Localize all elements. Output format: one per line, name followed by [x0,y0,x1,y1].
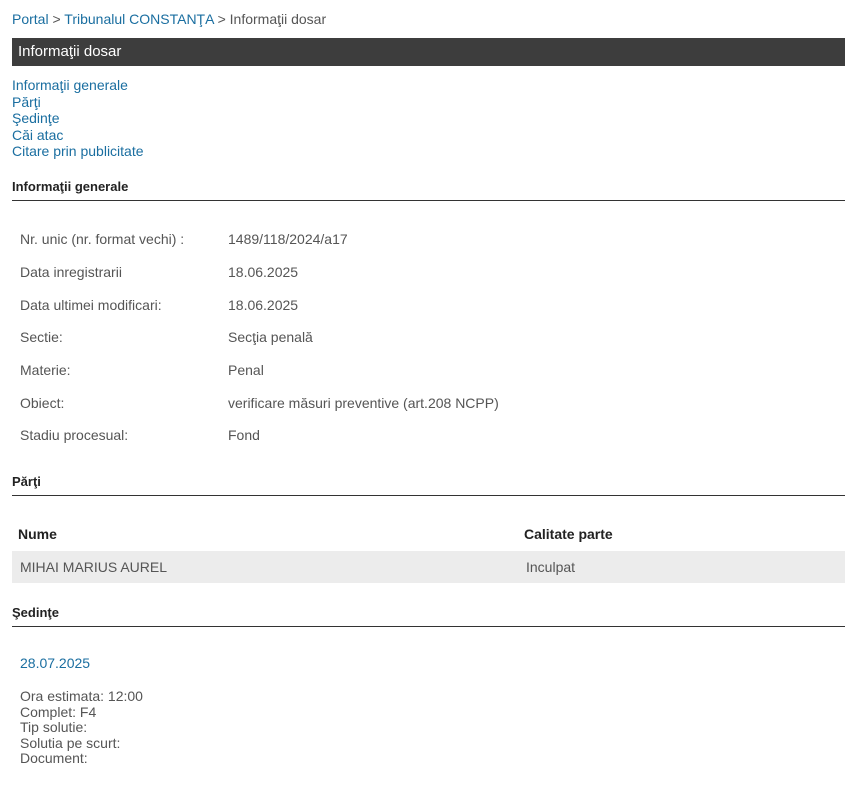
anchor-citare-publicitate[interactable]: Citare prin publicitate [12,143,144,160]
info-row-stadiu-procesual: Stadiu procesual: Fond [20,419,499,452]
info-row-materie: Materie: Penal [20,354,499,387]
info-value: Secţia penală [228,329,313,346]
info-row-sectie: Sectie: Secţia penală [20,321,499,354]
info-label: Sectie: [20,329,63,346]
info-value: Fond [228,427,260,444]
breadcrumb-separator: > [217,11,226,27]
section-heading-parti: Părţi [12,474,845,496]
table-row: MIHAI MARIUS AUREL Inculpat [12,551,845,583]
info-label: Materie: [20,362,71,379]
info-value: 18.06.2025 [228,296,299,313]
breadcrumb-separator: > [52,11,61,27]
info-value: Penal [228,362,264,379]
breadcrumb: Portal > Tribunalul CONSTANŢA > Informaţ… [12,11,326,27]
info-value: 1489/118/2024/a17 [228,231,348,248]
sedinta-date: 28.07.2025 [20,655,91,671]
sedinta-solutia-pe-scurt: Solutia pe scurt: [20,734,121,751]
page-title-bar: Informaţii dosar [12,38,845,66]
anchor-parti[interactable]: Părţi [12,94,144,111]
section-anchor-links: Informaţii generale Părţi Şedinţe Căi at… [12,77,144,160]
parte-nume: MIHAI MARIUS AUREL [20,559,168,575]
breadcrumb-portal-link[interactable]: Portal [12,11,49,27]
info-label: Obiect: [20,394,65,411]
info-table: Nr. unic (nr. format vechi) : 1489/118/2… [20,223,499,452]
sedinta-details: Ora estimata: 12:00 Complet: F4 Tip solu… [20,688,143,767]
info-label: Stadiu procesual: [20,427,129,444]
info-value: verificare măsuri preventive (art.208 NC… [228,394,499,411]
page-title: Informaţii dosar [18,43,122,60]
column-header-calitate: Calitate parte [524,526,613,542]
parti-table-header: Nume Calitate parte [12,518,845,550]
info-row-obiect: Obiect: verificare măsuri preventive (ar… [20,386,499,419]
info-label: Data inregistrarii [20,264,122,281]
info-value: 18.06.2025 [228,264,299,281]
sedinta-ora: Ora estimata: 12:00 [20,688,143,704]
section-heading-informatii-generale: Informaţii generale [12,179,845,201]
info-row-data-modificari: Data ultimei modificari: 18.06.2025 [20,288,499,321]
anchor-cai-atac[interactable]: Căi atac [12,127,144,144]
breadcrumb-tribunal-link[interactable]: Tribunalul CONSTANŢA [64,11,213,27]
info-row-data-inregistrarii: Data inregistrarii 18.06.2025 [20,256,499,289]
sedinta-tip-solutie: Tip solutie: [20,719,88,735]
parte-calitate: Inculpat [526,559,576,575]
sedinta-complet: Complet: F4 [20,703,97,720]
info-label: Data ultimei modificari: [20,296,162,313]
column-header-nume: Nume [18,526,57,542]
breadcrumb-current: Informaţii dosar [229,11,327,27]
sedinta-document: Document: [20,750,88,766]
anchor-informatii-generale[interactable]: Informaţii generale [12,77,144,94]
info-label: Nr. unic (nr. format vechi) : [20,231,185,248]
anchor-sedinte[interactable]: Şedinţe [12,110,144,127]
section-heading-sedinte: Şedinţe [12,605,845,627]
info-row-nr-unic: Nr. unic (nr. format vechi) : 1489/118/2… [20,223,499,256]
